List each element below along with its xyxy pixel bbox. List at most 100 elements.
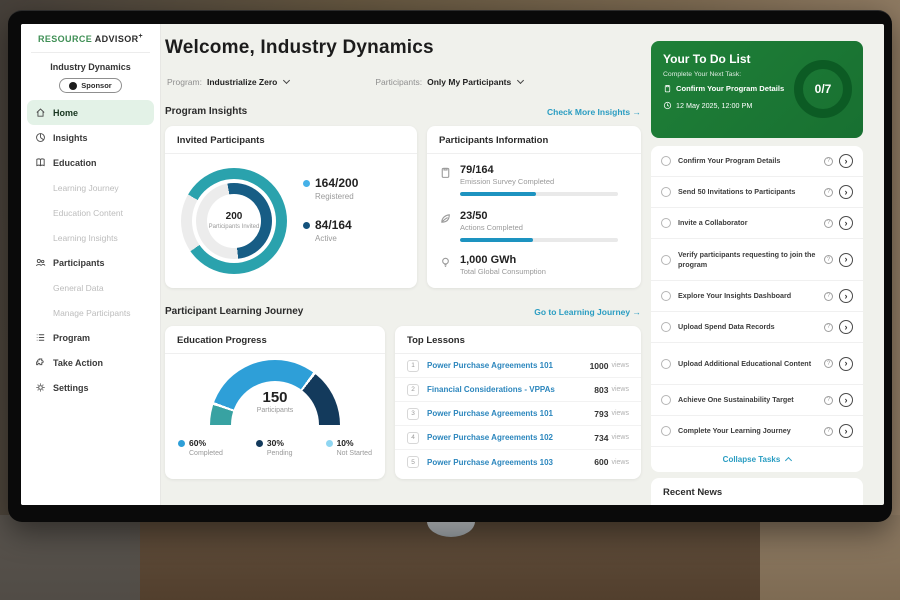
task-go-button[interactable] bbox=[839, 154, 853, 168]
lesson-rank: 3 bbox=[407, 408, 419, 420]
sidebar-item-label: Home bbox=[53, 108, 78, 118]
participants-filter-dropdown[interactable]: Participants: Only My Participants bbox=[375, 77, 523, 87]
section-title: Program Insights bbox=[165, 106, 247, 117]
lesson-row: 1 Power Purchase Agreements 101 1000 vie… bbox=[395, 354, 641, 378]
participants-information-card: Participants Information 79/164 Emission… bbox=[427, 126, 641, 288]
sidebar-item-program[interactable]: Program bbox=[21, 325, 160, 350]
go-to-learning-journey-link[interactable]: Go to Learning Journey bbox=[534, 307, 641, 317]
help-icon[interactable] bbox=[824, 292, 833, 301]
logo-plus: + bbox=[139, 33, 144, 40]
help-icon[interactable] bbox=[824, 157, 833, 166]
help-icon[interactable] bbox=[824, 396, 833, 405]
help-icon[interactable] bbox=[824, 427, 833, 436]
donut-legend: 164/200 Registered 84/164 Active bbox=[303, 176, 358, 260]
lesson-link[interactable]: Financial Considerations - VPPAs bbox=[427, 385, 594, 394]
dashboard-screen: RESOURCE ADVISOR+ Industry Dynamics Spon… bbox=[21, 24, 884, 505]
task-checkbox[interactable] bbox=[661, 291, 671, 301]
card-title: Top Lessons bbox=[395, 326, 641, 354]
sidebar-item-learning-insights[interactable]: Learning Insights bbox=[21, 225, 160, 250]
task-checkbox[interactable] bbox=[661, 156, 671, 166]
task-go-button[interactable] bbox=[839, 289, 853, 303]
lesson-views: 793 bbox=[594, 409, 608, 419]
page-title: Welcome, Industry Dynamics bbox=[165, 37, 434, 59]
monitor-bezel: RESOURCE ADVISOR+ Industry Dynamics Spon… bbox=[8, 10, 892, 522]
sidebar-item-label: Manage Participants bbox=[53, 308, 131, 318]
sidebar-item-insights[interactable]: Insights bbox=[21, 125, 160, 150]
task-checkbox[interactable] bbox=[661, 187, 671, 197]
help-icon[interactable] bbox=[824, 255, 833, 264]
task-label: Send 50 Invitations to Participants bbox=[678, 187, 819, 196]
sidebar-item-settings[interactable]: Settings bbox=[21, 375, 160, 400]
task-checkbox[interactable] bbox=[661, 218, 671, 228]
legend-item-registered: 164/200 Registered bbox=[303, 176, 358, 201]
todo-next-task[interactable]: Confirm Your Program Details bbox=[663, 84, 784, 93]
todo-summary-card: Your To Do List Complete Your Next Task:… bbox=[651, 41, 863, 138]
check-more-insights-link[interactable]: Check More Insights bbox=[547, 107, 641, 117]
lesson-row: 2 Financial Considerations - VPPAs 803 v… bbox=[395, 378, 641, 402]
stat-emission-survey: 79/164 Emission Survey Completed bbox=[439, 164, 629, 196]
todo-subtitle: Complete Your Next Task: bbox=[663, 71, 741, 78]
program-insights-header: Program Insights Check More Insights bbox=[165, 106, 641, 117]
help-icon[interactable] bbox=[824, 359, 833, 368]
legend-value: 30% bbox=[267, 438, 284, 448]
sidebar-item-education-content[interactable]: Education Content bbox=[21, 200, 160, 225]
sponsor-badge-icon bbox=[69, 82, 77, 90]
task-checkbox[interactable] bbox=[661, 255, 671, 265]
help-icon[interactable] bbox=[824, 219, 833, 228]
task-go-button[interactable] bbox=[839, 253, 853, 267]
legend-item-not-started: 10% Not Started bbox=[326, 438, 372, 457]
task-go-button[interactable] bbox=[839, 393, 853, 407]
task-checkbox[interactable] bbox=[661, 426, 671, 436]
home-icon bbox=[35, 107, 46, 118]
sidebar-item-label: General Data bbox=[53, 283, 104, 293]
task-go-button[interactable] bbox=[839, 357, 853, 371]
task-row: Verify participants requesting to join t… bbox=[651, 239, 863, 281]
task-label: Complete Your Learning Journey bbox=[678, 426, 819, 435]
program-filter-dropdown[interactable]: Program: Industrialize Zero bbox=[167, 77, 289, 87]
learning-journey-header: Participant Learning Journey Go to Learn… bbox=[165, 306, 641, 317]
sidebar-item-participants[interactable]: Participants bbox=[21, 250, 160, 275]
lessons-list: 1 Power Purchase Agreements 101 1000 vie… bbox=[395, 354, 641, 474]
clock-icon bbox=[663, 101, 672, 110]
filter-bar: Program: Industrialize Zero Participants… bbox=[167, 77, 523, 87]
lesson-link[interactable]: Power Purchase Agreements 101 bbox=[427, 409, 594, 418]
sidebar-item-label: Take Action bbox=[53, 358, 103, 368]
task-checkbox[interactable] bbox=[661, 395, 671, 405]
sidebar-item-take-action[interactable]: Take Action bbox=[21, 350, 160, 375]
task-go-button[interactable] bbox=[839, 216, 853, 230]
help-icon[interactable] bbox=[824, 323, 833, 332]
task-checkbox[interactable] bbox=[661, 322, 671, 332]
lesson-rank: 4 bbox=[407, 432, 419, 444]
task-go-button[interactable] bbox=[839, 424, 853, 438]
sidebar-item-education[interactable]: Education bbox=[21, 150, 160, 175]
program-filter-value: Industrialize Zero bbox=[207, 77, 277, 87]
stat-value: 1,000 GWh bbox=[460, 254, 546, 266]
todo-title: Your To Do List bbox=[663, 52, 751, 66]
collapse-tasks-link[interactable]: Collapse Tasks bbox=[651, 447, 863, 471]
sidebar-item-label: Program bbox=[53, 333, 90, 343]
task-clipboard-icon bbox=[663, 84, 672, 93]
task-go-button[interactable] bbox=[839, 320, 853, 334]
sidebar-item-learning-journey[interactable]: Learning Journey bbox=[21, 175, 160, 200]
help-icon[interactable] bbox=[824, 188, 833, 197]
sponsor-badge: Sponsor bbox=[59, 78, 121, 93]
lesson-link[interactable]: Power Purchase Agreements 101 bbox=[427, 361, 590, 370]
sidebar-item-manage-participants[interactable]: Manage Participants bbox=[21, 300, 160, 325]
todo-next-task-label: Confirm Your Program Details bbox=[676, 84, 784, 93]
invited-participants-donut-chart: 200 Participants Invited bbox=[181, 168, 287, 274]
lesson-link[interactable]: Power Purchase Agreements 103 bbox=[427, 458, 594, 467]
invited-participants-card: Invited Participants 200 Participants In… bbox=[165, 126, 417, 288]
sidebar-item-home[interactable]: Home bbox=[27, 100, 154, 125]
legend-dot bbox=[178, 440, 185, 447]
legend-dot bbox=[303, 222, 310, 229]
task-go-button[interactable] bbox=[839, 185, 853, 199]
todo-task-list: Confirm Your Program Details Send 50 Inv… bbox=[651, 146, 863, 472]
lesson-rank: 5 bbox=[407, 456, 419, 468]
program-filter-label: Program: bbox=[167, 77, 202, 87]
task-checkbox[interactable] bbox=[661, 359, 671, 369]
progress-track bbox=[460, 192, 618, 196]
app-logo: RESOURCE ADVISOR+ bbox=[21, 33, 160, 44]
lesson-row: 4 Power Purchase Agreements 102 734 view… bbox=[395, 426, 641, 450]
sidebar-item-general-data[interactable]: General Data bbox=[21, 275, 160, 300]
lesson-link[interactable]: Power Purchase Agreements 102 bbox=[427, 433, 594, 442]
